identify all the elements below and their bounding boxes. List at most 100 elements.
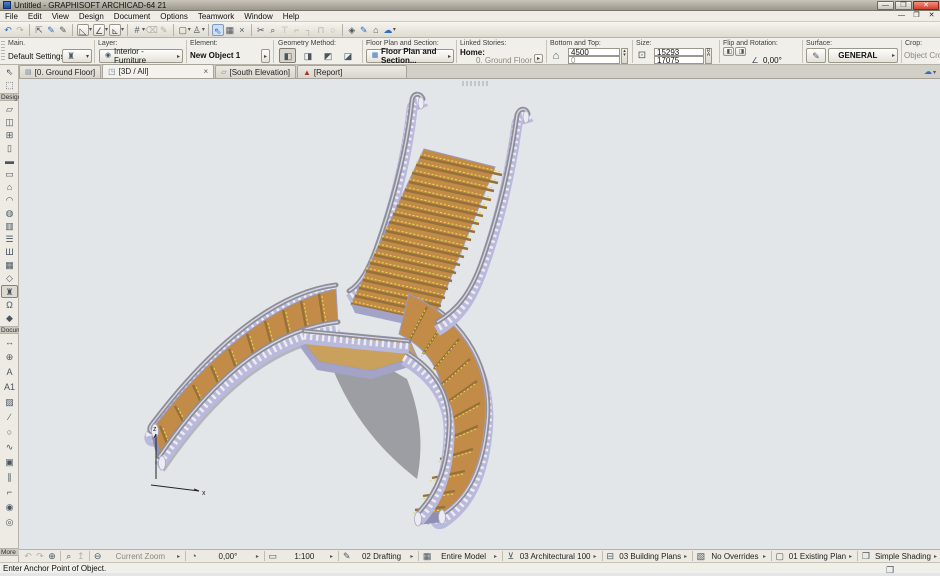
orientation-icon[interactable] (188, 550, 200, 562)
scale-combo[interactable]: 1:100▸ (279, 550, 336, 563)
dimension-tool[interactable]: ↔ (1, 336, 18, 349)
snap-guides-icon[interactable] (93, 24, 105, 36)
bottom-offset-field[interactable]: 0 (568, 56, 620, 64)
menu-document[interactable]: Document (109, 11, 155, 22)
door-tool[interactable]: ◫ (1, 116, 18, 129)
mirror-a-button[interactable] (723, 47, 734, 56)
tab-3d-all[interactable]: ◳ [3D / All] × (102, 64, 214, 78)
story-popup-button[interactable]: ▸ (534, 54, 543, 63)
menu-edit[interactable]: Edit (23, 11, 47, 22)
menu-design[interactable]: Design (74, 11, 109, 22)
surface-paint-button[interactable] (806, 48, 826, 63)
adjust-icon[interactable] (267, 24, 279, 36)
viewport-3d[interactable]: z x (19, 79, 940, 549)
label-tool[interactable]: A1 (1, 381, 18, 394)
close-button[interactable]: ✕ (913, 1, 939, 10)
renovation-filter-icon[interactable] (774, 550, 786, 562)
doc-close-button[interactable]: ✕ (925, 12, 938, 21)
home-story-value[interactable]: 0. Ground Floor (476, 56, 532, 65)
viewport-top-handle[interactable] (462, 81, 488, 86)
mesh-tool[interactable]: ▦ (1, 259, 18, 272)
floor-plan-section-button[interactable]: Floor Plan and Section... ▸ (366, 49, 454, 63)
maximize-button[interactable]: ❐ (895, 1, 912, 10)
more-section-header[interactable]: More (0, 548, 19, 556)
status-window-icon[interactable] (884, 564, 896, 576)
pen-icon[interactable] (57, 24, 69, 36)
element-snap-icon[interactable] (224, 24, 236, 36)
undo-icon[interactable] (2, 24, 14, 36)
renovation-filter-combo[interactable]: 01 Existing Plan▸ (786, 550, 855, 563)
menu-file[interactable]: File (0, 11, 23, 22)
object-settings-button[interactable]: ▾ (62, 49, 92, 63)
menu-view[interactable]: View (47, 11, 74, 22)
tab-ground-floor[interactable]: ▤ [0. Ground Floor] (19, 65, 101, 78)
view-back-icon[interactable] (22, 550, 34, 562)
mirror-b-button[interactable] (735, 47, 746, 56)
tab-south-elevation[interactable]: ▱ [South Elevation] (215, 65, 296, 78)
railing-tool[interactable]: Ш (1, 246, 18, 259)
tab-close-icon[interactable]: × (203, 67, 208, 76)
view-forward-icon[interactable] (34, 550, 46, 562)
graphic-override-icon[interactable] (695, 550, 707, 562)
doc-minimize-button[interactable]: — (895, 12, 908, 21)
top-offset-field[interactable]: 4500 (568, 48, 620, 56)
layer-selector[interactable]: Interior - Furniture ▸ (99, 49, 183, 63)
marquee-tool[interactable]: ⬚ (1, 79, 18, 92)
polyline-tool[interactable]: ∿ (1, 441, 18, 454)
orientation-combo[interactable]: 0,00°▸ (200, 550, 262, 563)
graphic-override-combo[interactable]: No Overrides▸ (707, 550, 769, 563)
title-bar[interactable]: Untitled - GRAPHISOFT ARCHICAD-64 21 — ❐… (0, 0, 940, 11)
snap-points-icon[interactable] (109, 24, 121, 36)
section-tool[interactable]: ∥ (1, 471, 18, 484)
wall-tool[interactable]: ▱ (1, 103, 18, 116)
object-tool[interactable]: ♜ (1, 285, 18, 298)
shell-tool[interactable]: ◠ (1, 194, 18, 207)
fillet-icon[interactable] (291, 24, 303, 36)
size-a-field[interactable]: 15293 (654, 48, 704, 56)
trim-icon[interactable] (255, 24, 267, 36)
dimensions-combo[interactable]: 03 Building Plans▸ (616, 550, 690, 563)
rotation-angle-value[interactable]: 0,00° (763, 56, 782, 65)
chamfer-icon[interactable] (303, 24, 315, 36)
guide-lines-icon[interactable] (77, 24, 89, 36)
home-story-icon[interactable] (370, 24, 382, 36)
bottom-top-spinner[interactable]: ▴▾ (621, 48, 628, 64)
geometry-2-icon[interactable] (302, 50, 314, 62)
slab-tool[interactable]: ▭ (1, 168, 18, 181)
circle-tool[interactable]: ○ (1, 426, 18, 439)
zoom-combo[interactable]: Current Zoom▸ (104, 550, 184, 563)
infobox-drag-handle[interactable] (1, 41, 5, 62)
beam-tool[interactable]: ▬ (1, 155, 18, 168)
level-dimension-tool[interactable]: ⊕ (1, 351, 18, 364)
redo-icon[interactable] (14, 24, 26, 36)
surface-selector[interactable]: GENERAL ▸ (828, 48, 898, 63)
stretch-icon[interactable] (327, 24, 339, 36)
geometry-4-icon[interactable] (342, 50, 354, 62)
3d-style-combo[interactable]: Simple Shading▸ (872, 550, 940, 563)
pen-set-icon[interactable] (341, 550, 353, 562)
tab-navigator-dropdown[interactable]: ▾ (933, 69, 936, 76)
text-tool[interactable]: A (1, 366, 18, 379)
pen-set-combo[interactable]: 02 Drafting▸ (353, 550, 417, 563)
menu-window[interactable]: Window (239, 11, 277, 22)
dimensions-icon[interactable] (604, 550, 616, 562)
doc-restore-button[interactable]: ❐ (910, 12, 923, 21)
fit-in-window-icon[interactable] (92, 550, 104, 562)
line-tool[interactable]: ∕ (1, 411, 18, 424)
design-section-header[interactable]: Design (0, 93, 19, 101)
menu-help[interactable]: Help (278, 11, 304, 22)
morph-tool[interactable]: ◆ (1, 312, 18, 325)
pen-dim-icon[interactable] (158, 24, 170, 36)
layer-combination-combo[interactable]: Entire Model▸ (433, 550, 500, 563)
default-settings-link[interactable]: Default Settings (8, 52, 64, 61)
minimize-button[interactable]: — (877, 1, 894, 10)
zone-tool[interactable]: ◇ (1, 272, 18, 285)
window-tool[interactable]: ⊞ (1, 129, 18, 142)
layer-combination-icon[interactable] (421, 550, 433, 562)
intersect-icon[interactable] (279, 24, 291, 36)
scale-icon[interactable] (267, 550, 279, 562)
tab-report[interactable]: ▲ [Report] (297, 65, 407, 78)
resize-icon[interactable] (315, 24, 327, 36)
drawing-tool[interactable]: ▣ (1, 456, 18, 469)
menu-options[interactable]: Options (155, 11, 193, 22)
